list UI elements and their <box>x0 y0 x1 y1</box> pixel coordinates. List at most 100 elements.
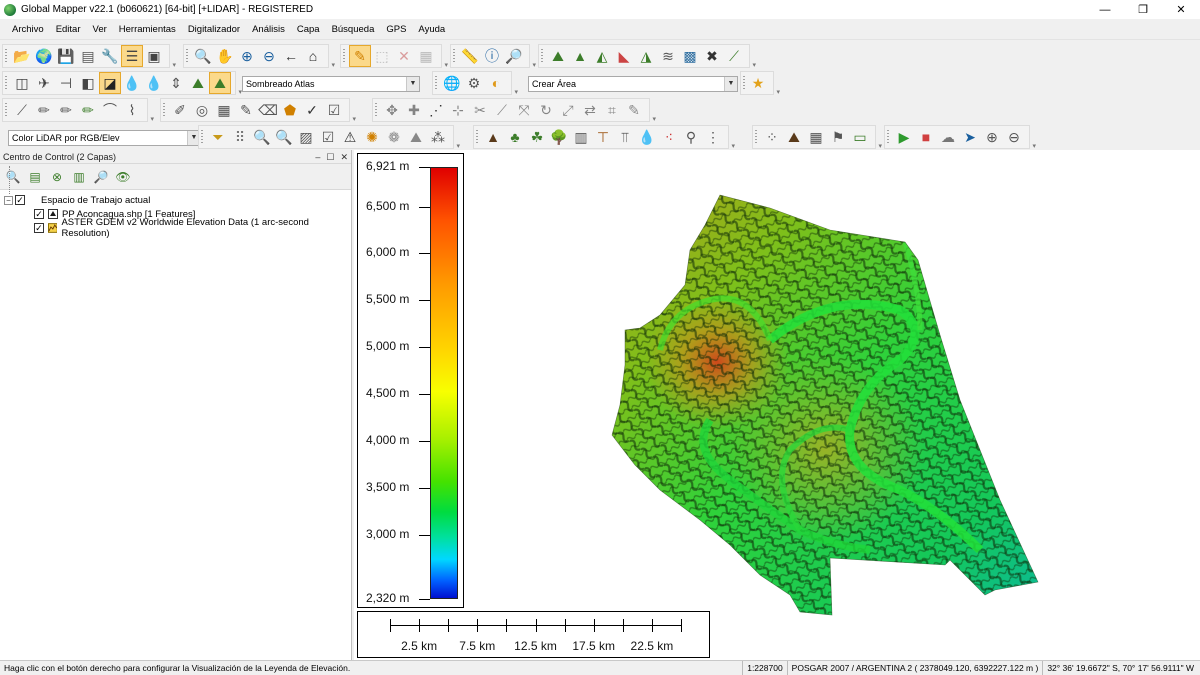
qc-terrain-icon[interactable]: ⛰ <box>783 126 805 148</box>
grid-edit-icon[interactable]: ▦ <box>213 99 235 121</box>
contour-icon[interactable]: ◭ <box>591 45 613 67</box>
measure-ruler-icon[interactable]: 📏 <box>459 45 481 67</box>
overview-map-icon[interactable]: ▣ <box>143 45 165 67</box>
layout-view-icon[interactable]: ◫ <box>11 72 33 94</box>
overlay-control-icon[interactable]: ▤ <box>77 45 99 67</box>
water-icon[interactable]: 💧 <box>636 126 658 148</box>
lidar-cloud-icon[interactable]: ❁ <box>383 126 405 148</box>
menu-busqueda[interactable]: Búsqueda <box>326 24 381 35</box>
lidar-filter-icon[interactable]: ⏷ <box>207 126 229 148</box>
watershed-icon[interactable]: ◣ <box>613 45 635 67</box>
menu-digitalizador[interactable]: Digitalizador <box>182 24 246 35</box>
layer-checkbox[interactable]: ✓ <box>34 209 44 219</box>
terrain-profile-icon[interactable]: ⛰ <box>547 45 569 67</box>
close-button[interactable]: ✕ <box>1162 0 1200 19</box>
raster-calc-icon[interactable]: ▩ <box>679 45 701 67</box>
settings-gear-icon[interactable]: ⚙ <box>463 72 485 94</box>
elevation-legend[interactable]: 6,921 m 6,500 m 6,000 m 5,500 m 5,000 m 4,500… <box>357 153 464 608</box>
gps-mark-icon[interactable]: ⊖ <box>1003 126 1025 148</box>
open-folder-icon[interactable]: 📂 <box>11 45 33 67</box>
maximize-button[interactable]: ❐ <box>1124 0 1162 19</box>
gps-stop-icon[interactable]: ■ <box>915 126 937 148</box>
crop-icon[interactable]: ⌗ <box>601 99 623 121</box>
layer-close-icon[interactable]: ⊗ <box>48 168 66 186</box>
rotate-icon[interactable]: ↻ <box>535 99 557 121</box>
save-icon[interactable]: 💾 <box>55 45 77 67</box>
lidar-hatch-icon[interactable]: ▨ <box>295 126 317 148</box>
shading-icon[interactable]: ◪ <box>99 72 121 94</box>
draw-line-icon[interactable]: ⟋ <box>11 99 33 121</box>
breakline-icon[interactable]: ⋮ <box>702 126 724 148</box>
draw-curve-icon[interactable]: ⌇ <box>121 99 143 121</box>
zoom-tool-icon[interactable]: 🔍 <box>192 45 214 67</box>
gps-play-icon[interactable]: ▶ <box>893 126 915 148</box>
erase-icon[interactable]: ⌫ <box>257 99 279 121</box>
digitizer-pencil-icon[interactable]: ✎ <box>349 45 371 67</box>
panel-float-button[interactable]: ☐ <box>326 150 334 164</box>
qc-points-icon[interactable]: ⁘ <box>761 126 783 148</box>
pole-icon[interactable]: ⊤ <box>592 126 614 148</box>
menu-archivo[interactable]: Archivo <box>6 24 50 35</box>
minimize-button[interactable]: — <box>1086 0 1124 19</box>
lidar-search-icon[interactable]: 🔍 <box>251 126 273 148</box>
lidar-points-icon[interactable]: ⁂ <box>427 126 449 148</box>
menu-analisis[interactable]: Análisis <box>246 24 291 35</box>
qc-monitor-icon[interactable]: ▭ <box>849 126 871 148</box>
menu-herramientas[interactable]: Herramientas <box>113 24 182 35</box>
back-arrow-icon[interactable]: ← <box>280 45 302 67</box>
draw-brush-2-icon[interactable]: ✏ <box>55 99 77 121</box>
split-icon[interactable]: ✂ <box>469 99 491 121</box>
delete-features-icon[interactable]: ✕ <box>393 45 415 67</box>
gps-center-icon[interactable]: ⊕ <box>981 126 1003 148</box>
shapes-icon[interactable]: ⬟ <box>279 99 301 121</box>
clear-analysis-icon[interactable]: ✖ <box>701 45 723 67</box>
node-icon[interactable]: ⋰ <box>425 99 447 121</box>
terrain-elevation-map[interactable] <box>600 190 1050 620</box>
target-icon[interactable]: ◎ <box>191 99 213 121</box>
scale-icon[interactable]: ⤢ <box>557 99 579 121</box>
pan-hand-icon[interactable]: ✋ <box>214 45 236 67</box>
moon-icon[interactable]: ◐ <box>485 72 507 94</box>
warning-triangle-icon[interactable]: ⚠ <box>339 126 361 148</box>
qc-flag-icon[interactable]: ⚑ <box>827 126 849 148</box>
qc-building-icon[interactable]: ▦ <box>805 126 827 148</box>
powerline-icon[interactable]: ⫪ <box>614 126 636 148</box>
elevation-shade-icon[interactable]: ⛰ <box>209 72 231 94</box>
check-icon[interactable]: ✓ <box>301 99 323 121</box>
edit-vertex-icon[interactable]: ✐ <box>169 99 191 121</box>
pen-icon[interactable]: ✎ <box>623 99 645 121</box>
select-edit-icon[interactable]: ⬚ <box>371 45 393 67</box>
zoom-out-icon[interactable]: ⊖ <box>258 45 280 67</box>
lidar-slice-icon[interactable]: ≋ <box>657 45 679 67</box>
vertical-exag-icon[interactable]: ⇕ <box>165 72 187 94</box>
ground-icon[interactable]: ▲ <box>482 126 504 148</box>
layer-view-icon[interactable]: 👁 <box>114 168 132 186</box>
gps-track-icon[interactable]: ☁ <box>937 126 959 148</box>
tree-icon[interactable]: 🌳 <box>548 126 570 148</box>
menu-ayuda[interactable]: Ayuda <box>412 24 451 35</box>
layer-zoom-icon[interactable]: 🔍 <box>4 168 22 186</box>
lidar-classify-icon[interactable]: ✺ <box>361 126 383 148</box>
insert-vertex-icon[interactable]: ⊹ <box>447 99 469 121</box>
workspace-checkbox[interactable]: ✓ <box>15 195 25 205</box>
draw-brush-icon[interactable]: ✏ <box>33 99 55 121</box>
verify-icon[interactable]: ☑ <box>323 99 345 121</box>
panel-minimize-button[interactable]: – <box>315 150 320 164</box>
snap-icon[interactable]: ✎ <box>235 99 257 121</box>
move-vertex-icon[interactable]: ✥ <box>381 99 403 121</box>
key-point-icon[interactable]: ⚲ <box>680 126 702 148</box>
lidar-select-icon[interactable]: 🔍 <box>273 126 295 148</box>
line-icon[interactable]: ⟋ <box>491 99 513 121</box>
noise-icon[interactable]: ⁖ <box>658 126 680 148</box>
lidar-grid-icon[interactable]: ⠿ <box>229 126 251 148</box>
layer-options-icon[interactable]: ▤ <box>26 168 44 186</box>
search-by-attribute-icon[interactable]: 🔎 <box>503 45 525 67</box>
zoom-in-icon[interactable]: ⊕ <box>236 45 258 67</box>
menu-ver[interactable]: Ver <box>87 24 113 35</box>
path-icon[interactable]: ⊣ <box>55 72 77 94</box>
building-icon[interactable]: ▥ <box>570 126 592 148</box>
hillshade-icon[interactable]: ⛰ <box>187 72 209 94</box>
globe-data-icon[interactable]: 🌍 <box>33 45 55 67</box>
layer-row[interactable]: ✓ ASTER GDEM v2 Worldwide Elevation Data… <box>4 217 351 239</box>
feature-info-icon[interactable]: ▦ <box>415 45 437 67</box>
